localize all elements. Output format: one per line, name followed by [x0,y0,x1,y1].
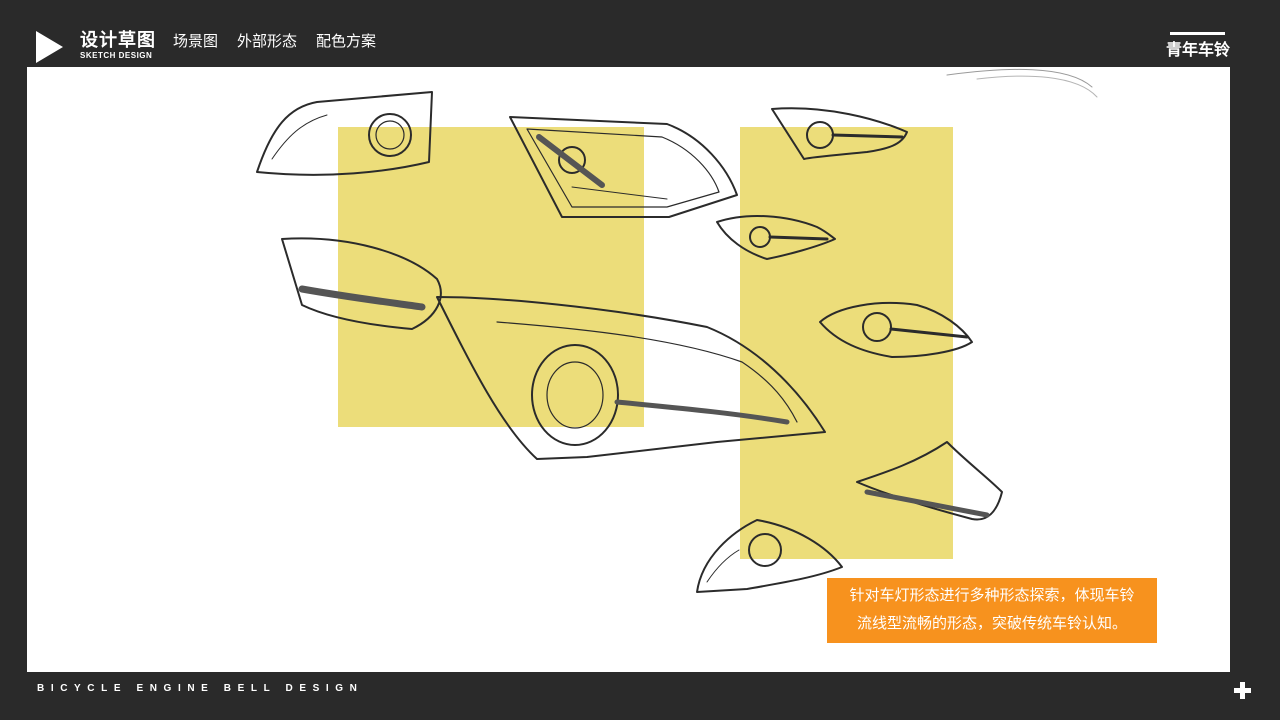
footer-text: BICYCLE ENGINE BELL DESIGN [37,683,364,694]
sketch-lamp-8 [696,519,843,593]
sketch-lamp-5 [716,215,836,260]
nav-item-form[interactable]: 外部形态 [237,32,297,52]
logo: 设计草图 SKETCH DESIGN [80,30,156,61]
logo-subtitle: SKETCH DESIGN [80,51,153,60]
sketch-lamp-6 [819,302,973,358]
top-bar: 设计草图 SKETCH DESIGN 场景图 外部形态 配色方案 青年车铃 [0,0,1280,67]
sketch-lamp-3 [281,237,826,460]
caption-line-1: 针对车灯形态进行多种形态探索，体现车铃 [849,587,1135,604]
plus-icon[interactable] [1234,682,1251,699]
nav-item-scene[interactable]: 场景图 [173,32,218,52]
sketch-lamp-1 [256,91,433,176]
caption-box: 针对车灯形态进行多种形态探索，体现车铃 流线型流畅的形态，突破传统车铃认知。 [827,578,1157,643]
caption-line-2: 流线型流畅的形态，突破传统车铃认知。 [856,615,1127,632]
sketch-lamp-7 [856,441,1003,521]
brand: 青年车铃 [1166,32,1230,61]
nav-item-color[interactable]: 配色方案 [316,32,376,52]
brand-title: 青年车铃 [1165,42,1230,59]
play-icon [36,31,63,63]
brand-bar [1170,32,1226,35]
nav-menu: 场景图 外部形态 配色方案 [173,32,376,52]
sketch-lamp-2 [509,116,738,218]
content-canvas: 针对车灯形态进行多种形态探索，体现车铃 流线型流畅的形态，突破传统车铃认知。 [27,67,1230,672]
sketch-lamp-4 [771,107,908,160]
logo-title: 设计草图 [80,30,156,50]
